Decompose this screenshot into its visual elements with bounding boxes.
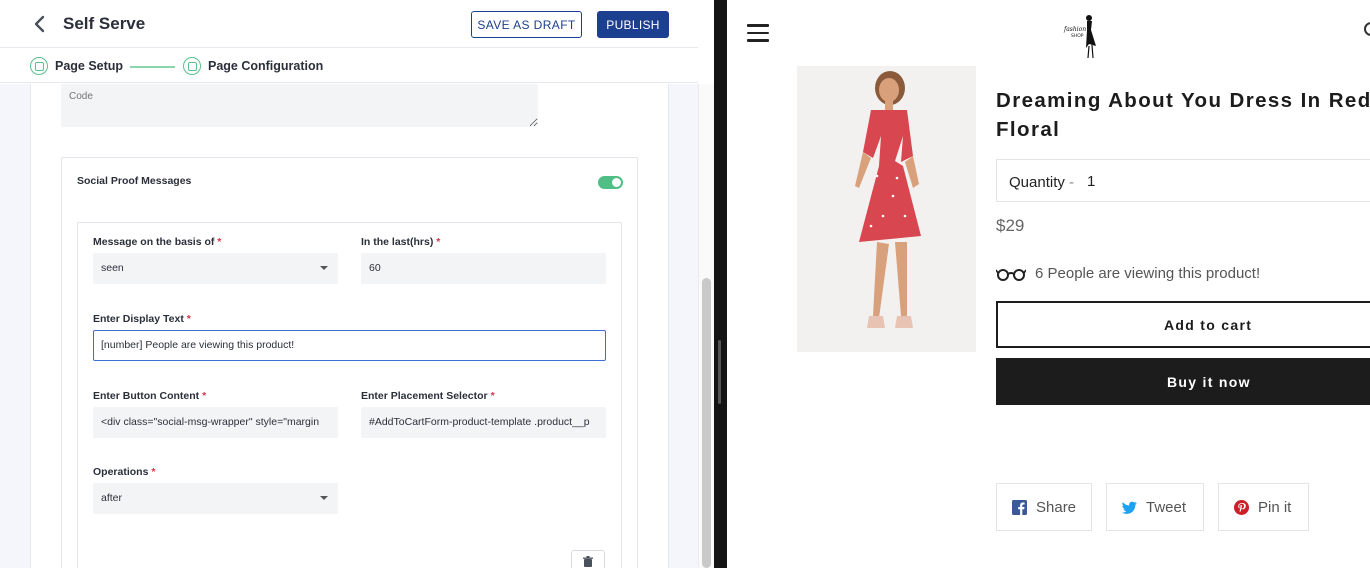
share-pinterest-label: Pin it <box>1258 499 1292 516</box>
toggle-knob <box>612 178 621 187</box>
caret-down-icon <box>320 496 328 500</box>
share-facebook-label: Share <box>1036 499 1077 516</box>
required-mark: * <box>490 390 495 402</box>
social-proof-message: 6 People are viewing this product! <box>1035 265 1261 282</box>
split-divider <box>714 0 727 568</box>
quantity-separator: - <box>1069 174 1075 191</box>
add-to-cart-button[interactable]: Add to cart <box>996 301 1370 348</box>
facebook-icon <box>1012 500 1027 515</box>
svg-text:fashion: fashion <box>1063 26 1086 33</box>
placement-selector-label-text: Enter Placement Selector <box>361 390 488 402</box>
caret-down-icon <box>320 266 328 270</box>
hamburger-menu-icon[interactable] <box>747 24 771 44</box>
quantity-select[interactable]: Quantity - 1 <box>996 159 1370 202</box>
buy-it-now-button[interactable]: Buy it now <box>996 358 1370 405</box>
message-basis-select[interactable]: seen <box>93 253 338 284</box>
product-image[interactable] <box>797 66 976 352</box>
operations-select[interactable]: after <box>93 483 338 514</box>
display-text-input[interactable]: [number] People are viewing this product… <box>93 330 606 361</box>
stepper: Page Setup Page Configuration <box>0 49 698 83</box>
share-twitter-label: Tweet <box>1146 499 1187 516</box>
save-as-draft-button[interactable]: SAVE AS DRAFT <box>471 11 582 38</box>
editor-panel: Self Serve SAVE AS DRAFT PUBLISH Page Se… <box>0 0 714 568</box>
display-text-label-text: Enter Display Text <box>93 313 184 325</box>
social-proof-toggle[interactable] <box>598 176 623 189</box>
pinterest-icon <box>1234 500 1249 515</box>
button-content-label-text: Enter Button Content <box>93 390 200 402</box>
last-hrs-input[interactable]: 60 <box>361 253 606 284</box>
split-resize-handle[interactable] <box>718 340 721 404</box>
product-title: Dreaming About You Dress In Red Floral <box>996 89 1370 141</box>
button-content-input[interactable]: <div class="social-msg-wrapper" style="m… <box>93 407 338 438</box>
dress-model-illustration <box>797 66 976 352</box>
button-content-label: Enter Button Content * <box>93 390 206 402</box>
required-mark: * <box>186 313 191 325</box>
svg-text:SHOP: SHOP <box>1071 33 1084 39</box>
operations-label-text: Operations <box>93 466 149 478</box>
store-preview-panel: fashion SHOP Dreaming About You Dress In… <box>727 0 1370 568</box>
display-text-label: Enter Display Text * <box>93 313 191 325</box>
editor-scrollbar-thumb[interactable] <box>702 278 711 568</box>
code-textarea[interactable] <box>61 84 538 127</box>
product-price: $29 <box>996 216 1025 235</box>
step-page-configuration-label[interactable]: Page Configuration <box>208 59 323 73</box>
message-basis-label: Message on the basis of * <box>93 236 221 248</box>
store-logo[interactable]: fashion SHOP <box>1062 12 1104 60</box>
required-mark: * <box>202 390 207 402</box>
step-page-setup-icon <box>30 57 48 75</box>
step-connector <box>130 66 175 68</box>
cart-icon[interactable] <box>1364 22 1370 36</box>
quantity-label: Quantity - <box>1009 174 1074 191</box>
trash-icon <box>583 556 593 567</box>
last-hrs-label: In the last(hrs) * <box>361 236 440 248</box>
required-mark: * <box>217 236 222 248</box>
delete-message-button[interactable] <box>571 550 605 568</box>
share-pinterest-button[interactable]: Pin it <box>1218 483 1309 531</box>
chevron-left-icon[interactable] <box>30 14 50 34</box>
required-mark: * <box>151 466 156 478</box>
message-basis-value: seen <box>101 262 124 274</box>
share-facebook-button[interactable]: Share <box>996 483 1092 531</box>
placement-selector-label: Enter Placement Selector * <box>361 390 495 402</box>
step-page-setup-label[interactable]: Page Setup <box>55 59 123 73</box>
step-page-configuration-icon <box>183 57 201 75</box>
required-mark: * <box>436 236 441 248</box>
message-basis-label-text: Message on the basis of <box>93 236 215 248</box>
placement-selector-input[interactable]: #AddToCartForm-product-template .product… <box>361 407 606 438</box>
editor-header: Self Serve SAVE AS DRAFT PUBLISH <box>0 0 698 48</box>
quantity-value: 1 <box>1087 173 1096 190</box>
page-title: Self Serve <box>63 14 146 33</box>
eyeglasses-icon <box>996 269 1026 281</box>
social-proof-title: Social Proof Messages <box>77 175 192 187</box>
twitter-icon <box>1122 501 1137 514</box>
operations-value: after <box>101 492 123 504</box>
operations-label: Operations * <box>93 466 155 478</box>
last-hrs-label-text: In the last(hrs) <box>361 236 434 248</box>
publish-button[interactable]: PUBLISH <box>597 11 669 38</box>
share-twitter-button[interactable]: Tweet <box>1106 483 1204 531</box>
quantity-label-text: Quantity <box>1009 174 1065 191</box>
